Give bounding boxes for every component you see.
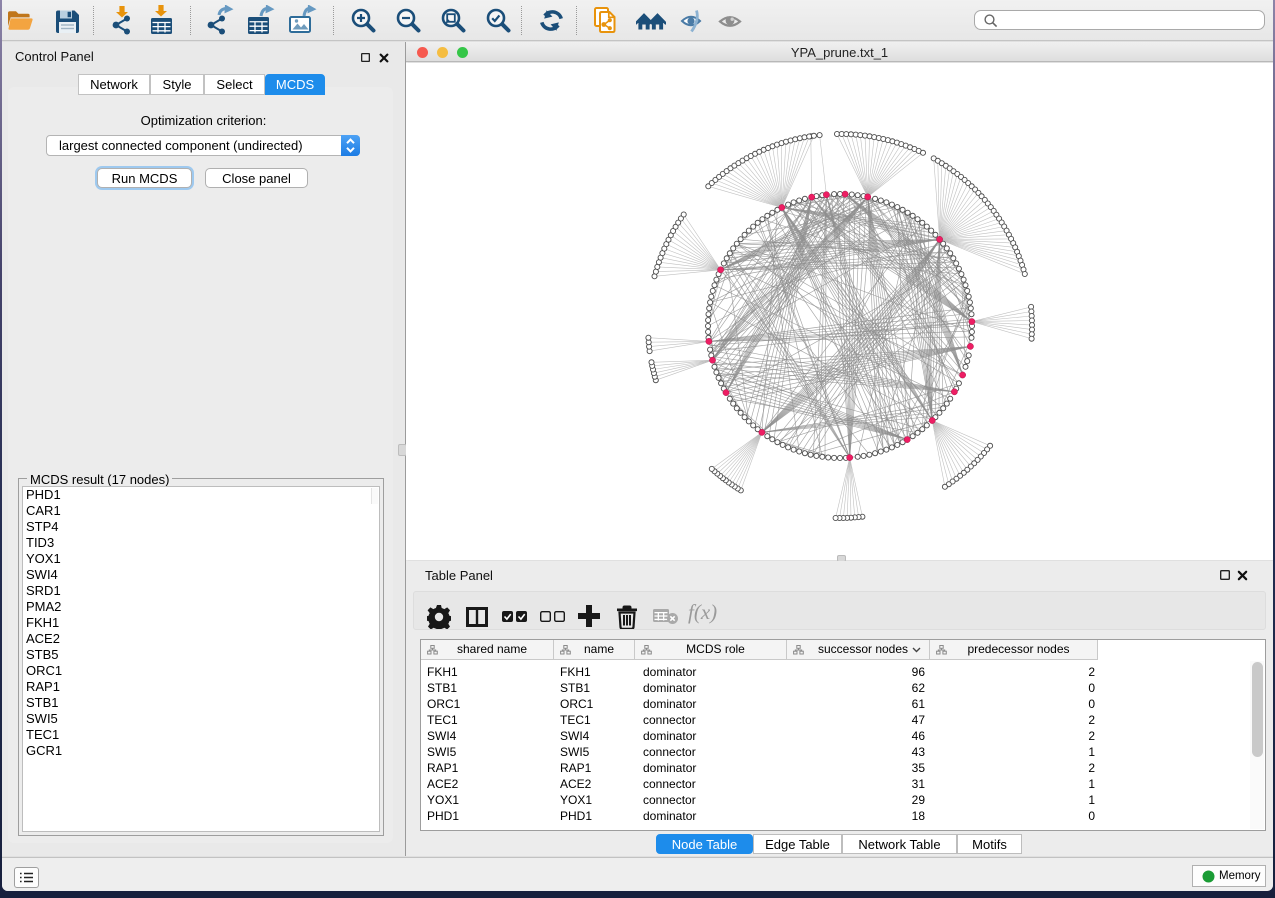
svg-text:f(x): f(x) (688, 602, 717, 624)
